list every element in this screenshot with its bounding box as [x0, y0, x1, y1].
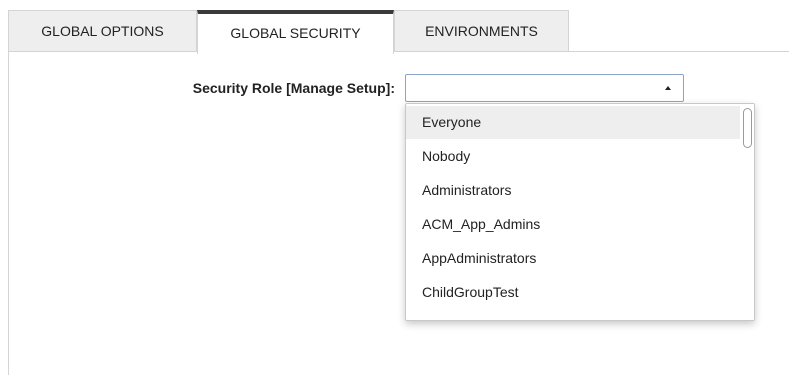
- dropdown-option-appadministrators[interactable]: AppAdministrators: [406, 242, 741, 275]
- tab-environments[interactable]: ENVIRONMENTS: [394, 10, 569, 52]
- dropdown-option-childgrouptest[interactable]: ChildGroupTest: [406, 276, 741, 309]
- page: GLOBAL OPTIONS GLOBAL SECURITY ENVIRONME…: [0, 0, 789, 375]
- tab-bar-divider: [568, 51, 789, 52]
- security-role-select[interactable]: [405, 74, 684, 102]
- dropdown-scrollbar-thumb[interactable]: [743, 108, 752, 148]
- dropdown-option-acm-app-admins[interactable]: ACM_App_Admins: [406, 208, 741, 241]
- dropdown-scrollbar[interactable]: [740, 104, 754, 320]
- tab-global-options[interactable]: GLOBAL OPTIONS: [8, 10, 197, 52]
- content-left-border: [8, 52, 9, 375]
- security-role-label: Security Role [Manage Setup]:: [192, 80, 395, 96]
- tab-bar: GLOBAL OPTIONS GLOBAL SECURITY ENVIRONME…: [0, 0, 789, 54]
- dropdown-option-nobody[interactable]: Nobody: [406, 140, 741, 173]
- dropdown-option-everyone[interactable]: Everyone: [406, 106, 741, 139]
- caret-up-icon: [665, 86, 671, 90]
- tab-global-security[interactable]: GLOBAL SECURITY: [197, 10, 394, 54]
- security-role-dropdown-list: Everyone Nobody Administrators ACM_App_A…: [405, 103, 755, 321]
- dropdown-option-administrators[interactable]: Administrators: [406, 174, 741, 207]
